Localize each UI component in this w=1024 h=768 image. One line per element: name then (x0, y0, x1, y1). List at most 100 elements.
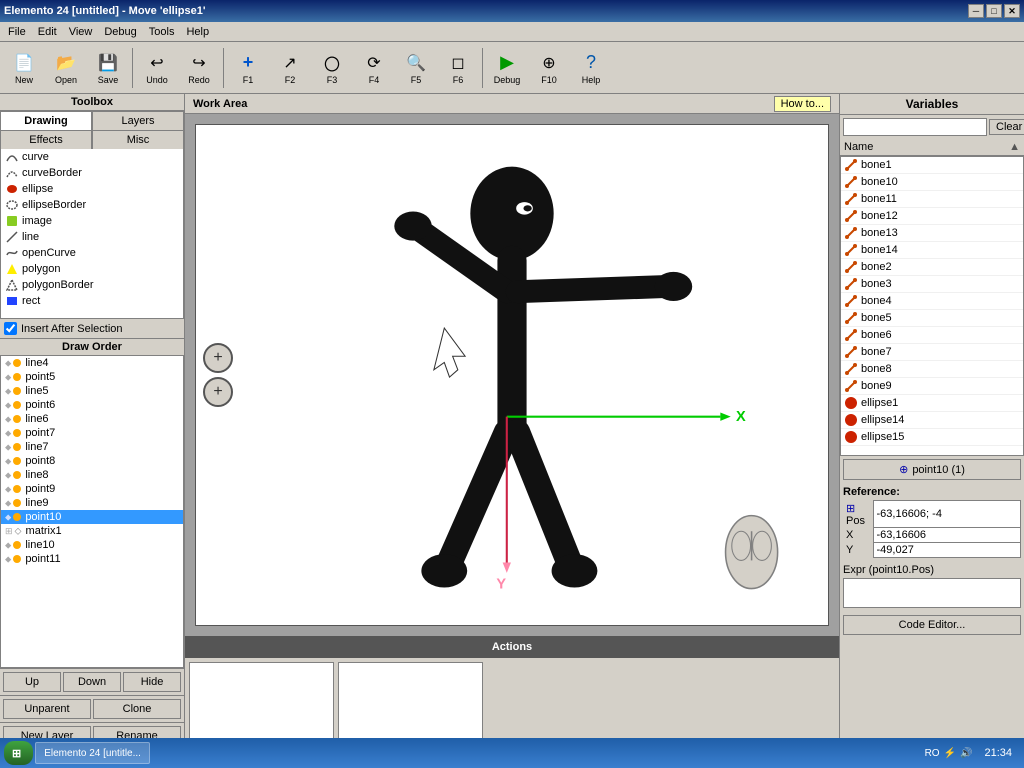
draw-order-list: ⬥ line4 ⬥ point5 ⬥ line5 ⬥ point6 ⬥ (0, 356, 184, 668)
insert-after-checkbox[interactable] (4, 322, 17, 335)
list-item[interactable]: ⬥ point10 (1, 510, 183, 524)
list-item[interactable]: bone5 (841, 310, 1023, 327)
list-item[interactable]: bone8 (841, 361, 1023, 378)
list-item[interactable]: openCurve (1, 245, 183, 261)
debug-button[interactable]: ▶ Debug (487, 45, 527, 91)
list-item[interactable]: ellipse14 (841, 412, 1023, 429)
list-item[interactable]: ⬥ line6 (1, 412, 183, 426)
menu-debug[interactable]: Debug (98, 24, 142, 40)
toolbox-list: curve curveBorder ellipse ellipseBorder (0, 149, 184, 319)
x-label: X (843, 528, 873, 543)
dot-icon (13, 359, 21, 367)
f4-button[interactable]: ⟳ F4 (354, 45, 394, 91)
list-item[interactable]: bone10 (841, 174, 1023, 191)
tab-layers[interactable]: Layers (92, 111, 184, 130)
list-item[interactable]: bone14 (841, 242, 1023, 259)
list-item[interactable]: bone2 (841, 259, 1023, 276)
title-bar-buttons: ─ □ ✕ (968, 4, 1020, 18)
list-item[interactable]: bone9 (841, 378, 1023, 395)
menu-file[interactable]: File (2, 24, 32, 40)
list-item[interactable]: image (1, 213, 183, 229)
pos-expand-icon[interactable]: ⊞ (846, 503, 855, 515)
variable-search-input[interactable] (843, 118, 987, 136)
list-item[interactable]: ellipseBorder (1, 197, 183, 213)
list-item[interactable]: ⬥ line7 (1, 440, 183, 454)
tray-icon-3: 🔊 (960, 748, 972, 759)
list-item[interactable]: bone7 (841, 344, 1023, 361)
down-button[interactable]: Down (63, 672, 121, 692)
expr-input[interactable] (843, 578, 1021, 608)
list-item[interactable]: ellipse1 (841, 395, 1023, 412)
list-item[interactable]: rect (1, 293, 183, 309)
list-item[interactable]: ⬥ point9 (1, 482, 183, 496)
minimize-button[interactable]: ─ (968, 4, 984, 18)
redo-button[interactable]: ↪ Redo (179, 45, 219, 91)
bone-icon (845, 329, 857, 341)
close-button[interactable]: ✕ (1004, 4, 1020, 18)
open-button[interactable]: 📂 Open (46, 45, 86, 91)
work-canvas[interactable]: X Y (195, 124, 829, 626)
list-item[interactable]: ⬥ line9 (1, 496, 183, 510)
new-button[interactable]: 📄 New (4, 45, 44, 91)
tab-drawing[interactable]: Drawing (0, 111, 92, 130)
up-button[interactable]: Up (3, 672, 61, 692)
menu-tools[interactable]: Tools (143, 24, 181, 40)
list-item[interactable]: ⬥ point6 (1, 398, 183, 412)
undo-button[interactable]: ↩ Undo (137, 45, 177, 91)
f5-button[interactable]: 🔍 F5 (396, 45, 436, 91)
variable-clear-button[interactable]: Clear (989, 119, 1024, 135)
point-expand-icon[interactable]: ⊕ (899, 463, 908, 476)
zoom-out-button[interactable]: + (203, 377, 233, 407)
list-item[interactable]: ⬥ point7 (1, 426, 183, 440)
taskbar-app-item[interactable]: Elemento 24 [untitle... (35, 742, 150, 764)
f1-icon: + (236, 51, 260, 75)
list-item[interactable]: ⬥ line8 (1, 468, 183, 482)
list-item[interactable]: ellipse (1, 181, 183, 197)
hide-button[interactable]: Hide (123, 672, 181, 692)
list-item[interactable]: ⬥ point8 (1, 454, 183, 468)
code-editor-button[interactable]: Code Editor... (843, 615, 1021, 635)
save-button[interactable]: 💾 Save (88, 45, 128, 91)
tab-effects[interactable]: Effects (0, 130, 92, 149)
bone-icon (845, 380, 857, 392)
menu-help[interactable]: Help (180, 24, 215, 40)
reference-table: ⊞ Pos -63,16606; -4 X -63,16606 Y -49,02… (843, 500, 1021, 558)
list-item[interactable]: polygonBorder (1, 277, 183, 293)
list-item[interactable]: ⊞ ⬦ matrix1 (1, 524, 183, 538)
f6-button[interactable]: ◻ F6 (438, 45, 478, 91)
list-item[interactable]: bone11 (841, 191, 1023, 208)
toolbar-separator-2 (223, 48, 224, 88)
list-item[interactable]: bone3 (841, 276, 1023, 293)
list-item[interactable]: bone13 (841, 225, 1023, 242)
start-button[interactable]: ⊞ (4, 741, 33, 765)
list-item[interactable]: ⬥ point5 (1, 370, 183, 384)
list-item[interactable]: polygon (1, 261, 183, 277)
list-item[interactable]: ⬥ line4 (1, 356, 183, 370)
dot-icon (13, 513, 21, 521)
list-item[interactable]: ⬥ point11 (1, 552, 183, 566)
menu-edit[interactable]: Edit (32, 24, 63, 40)
f1-button[interactable]: + F1 (228, 45, 268, 91)
zoom-in-button[interactable]: + (203, 343, 233, 373)
list-item[interactable]: bone4 (841, 293, 1023, 310)
list-item[interactable]: ⬥ line5 (1, 384, 183, 398)
f3-button[interactable]: 〇 F3 (312, 45, 352, 91)
maximize-button[interactable]: □ (986, 4, 1002, 18)
point-info: ⊕ point10 (1) (843, 459, 1021, 480)
list-item[interactable]: bone6 (841, 327, 1023, 344)
list-item[interactable]: bone12 (841, 208, 1023, 225)
how-to-button[interactable]: How to... (774, 96, 831, 112)
unparent-button[interactable]: Unparent (3, 699, 91, 719)
list-item[interactable]: ⬥ line10 (1, 538, 183, 552)
tab-misc[interactable]: Misc (92, 130, 184, 149)
f10-button[interactable]: ⊕ F10 (529, 45, 569, 91)
list-item[interactable]: curveBorder (1, 165, 183, 181)
list-item[interactable]: ellipse15 (841, 429, 1023, 446)
list-item[interactable]: line (1, 229, 183, 245)
list-item[interactable]: bone1 (841, 157, 1023, 174)
clone-button[interactable]: Clone (93, 699, 181, 719)
list-item[interactable]: curve (1, 149, 183, 165)
menu-view[interactable]: View (63, 24, 99, 40)
f2-button[interactable]: ↗ F2 (270, 45, 310, 91)
help-button[interactable]: ? Help (571, 45, 611, 91)
